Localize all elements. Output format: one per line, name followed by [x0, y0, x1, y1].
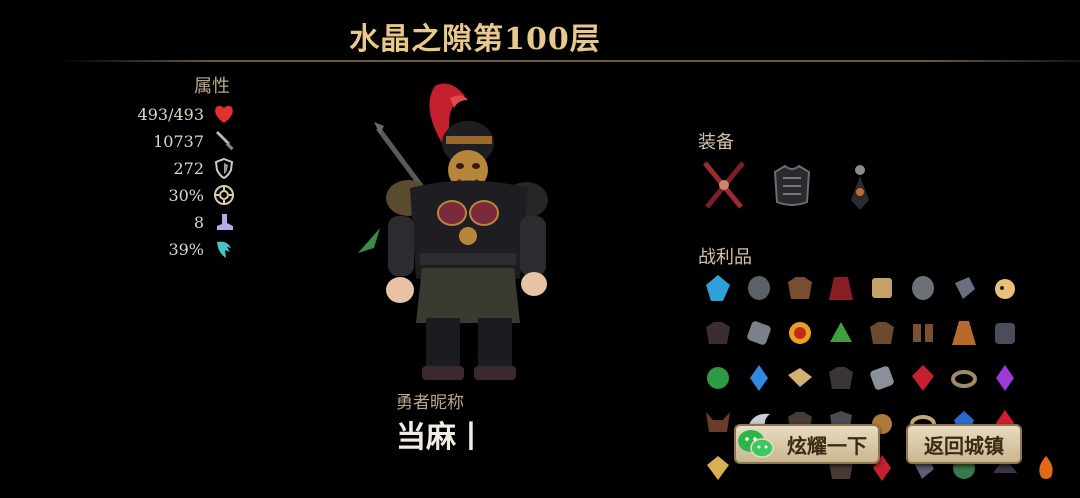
stat-speed: 8: [110, 210, 236, 234]
purple-gem-icon[interactable]: [987, 360, 1023, 396]
blue-crystal-icon[interactable]: [700, 270, 736, 306]
chest-armor-icon[interactable]: [987, 315, 1023, 351]
scroll-icon[interactable]: [864, 270, 900, 306]
stat-attack-value: 10737: [153, 131, 204, 151]
helmet-icon[interactable]: [905, 270, 941, 306]
green-gem-icon[interactable]: [700, 360, 736, 396]
helmet-icon[interactable]: [741, 270, 777, 306]
loot-heading: 战利品: [698, 247, 752, 268]
gauntlet-icon[interactable]: [946, 270, 982, 306]
crossed-swords-icon[interactable]: [700, 158, 748, 214]
empty-slot: [1028, 360, 1064, 396]
equipment-heading: 装备: [698, 132, 734, 153]
crit-icon: [212, 183, 236, 207]
stat-crit: 30%: [110, 183, 236, 207]
gold-ring-icon[interactable]: [700, 450, 736, 486]
cat-pet-icon[interactable]: [987, 270, 1023, 306]
stat-defense-value: 272: [173, 158, 204, 178]
fire-orb-icon[interactable]: [782, 315, 818, 351]
stat-defense: 272: [110, 156, 236, 180]
ring-icon[interactable]: [946, 360, 982, 396]
leather-armor-icon[interactable]: [864, 315, 900, 351]
stats-heading: 属性: [194, 76, 230, 97]
stat-speed-value: 8: [193, 212, 204, 232]
page-title: 水晶之隙第100层: [349, 22, 601, 57]
red-cloak-icon[interactable]: [823, 270, 859, 306]
sword-icon: [212, 129, 236, 153]
amulet-icon[interactable]: [836, 158, 884, 214]
leather-armor-icon[interactable]: [782, 270, 818, 306]
stat-attack: 10737: [110, 129, 236, 153]
blue-gem-icon[interactable]: [741, 360, 777, 396]
hero-nickname: 当麻丨: [396, 420, 486, 455]
fire-icon[interactable]: [1028, 450, 1064, 486]
return-town-button[interactable]: 返回城镇: [906, 424, 1022, 464]
wechat-icon: [736, 428, 776, 460]
boot-icon: [212, 210, 236, 234]
hero-character: [350, 78, 560, 388]
hero-nickname-label: 勇者昵称: [396, 393, 464, 413]
stone-rune-icon[interactable]: [864, 360, 900, 396]
stat-crit-value: 30%: [168, 185, 204, 205]
empty-slot: [1028, 405, 1064, 441]
empty-slot: [1028, 315, 1064, 351]
share-button-label: 炫耀一下: [787, 433, 867, 458]
shield-icon: [212, 156, 236, 180]
stat-hp: 493/493: [110, 102, 236, 126]
stone-rune-icon[interactable]: [741, 315, 777, 351]
heart-icon: [212, 102, 236, 126]
dark-armor-icon[interactable]: [823, 360, 859, 396]
red-gem-icon[interactable]: [905, 360, 941, 396]
robe-icon[interactable]: [946, 315, 982, 351]
scroll-icon[interactable]: [782, 360, 818, 396]
equipment-slots: [700, 158, 884, 214]
boots-icon[interactable]: [905, 315, 941, 351]
stat-hp-value: 493/493: [137, 104, 204, 124]
green-plant-icon[interactable]: [823, 315, 859, 351]
armor-icon[interactable]: [768, 158, 816, 214]
dodge-icon: [212, 237, 236, 261]
empty-slot: [1028, 270, 1064, 306]
horned-helm-icon[interactable]: [700, 405, 736, 441]
stat-dodge: 39%: [110, 237, 236, 261]
title-divider: [60, 60, 1080, 62]
stat-dodge-value: 39%: [168, 239, 204, 259]
leather-armor-icon[interactable]: [700, 315, 736, 351]
